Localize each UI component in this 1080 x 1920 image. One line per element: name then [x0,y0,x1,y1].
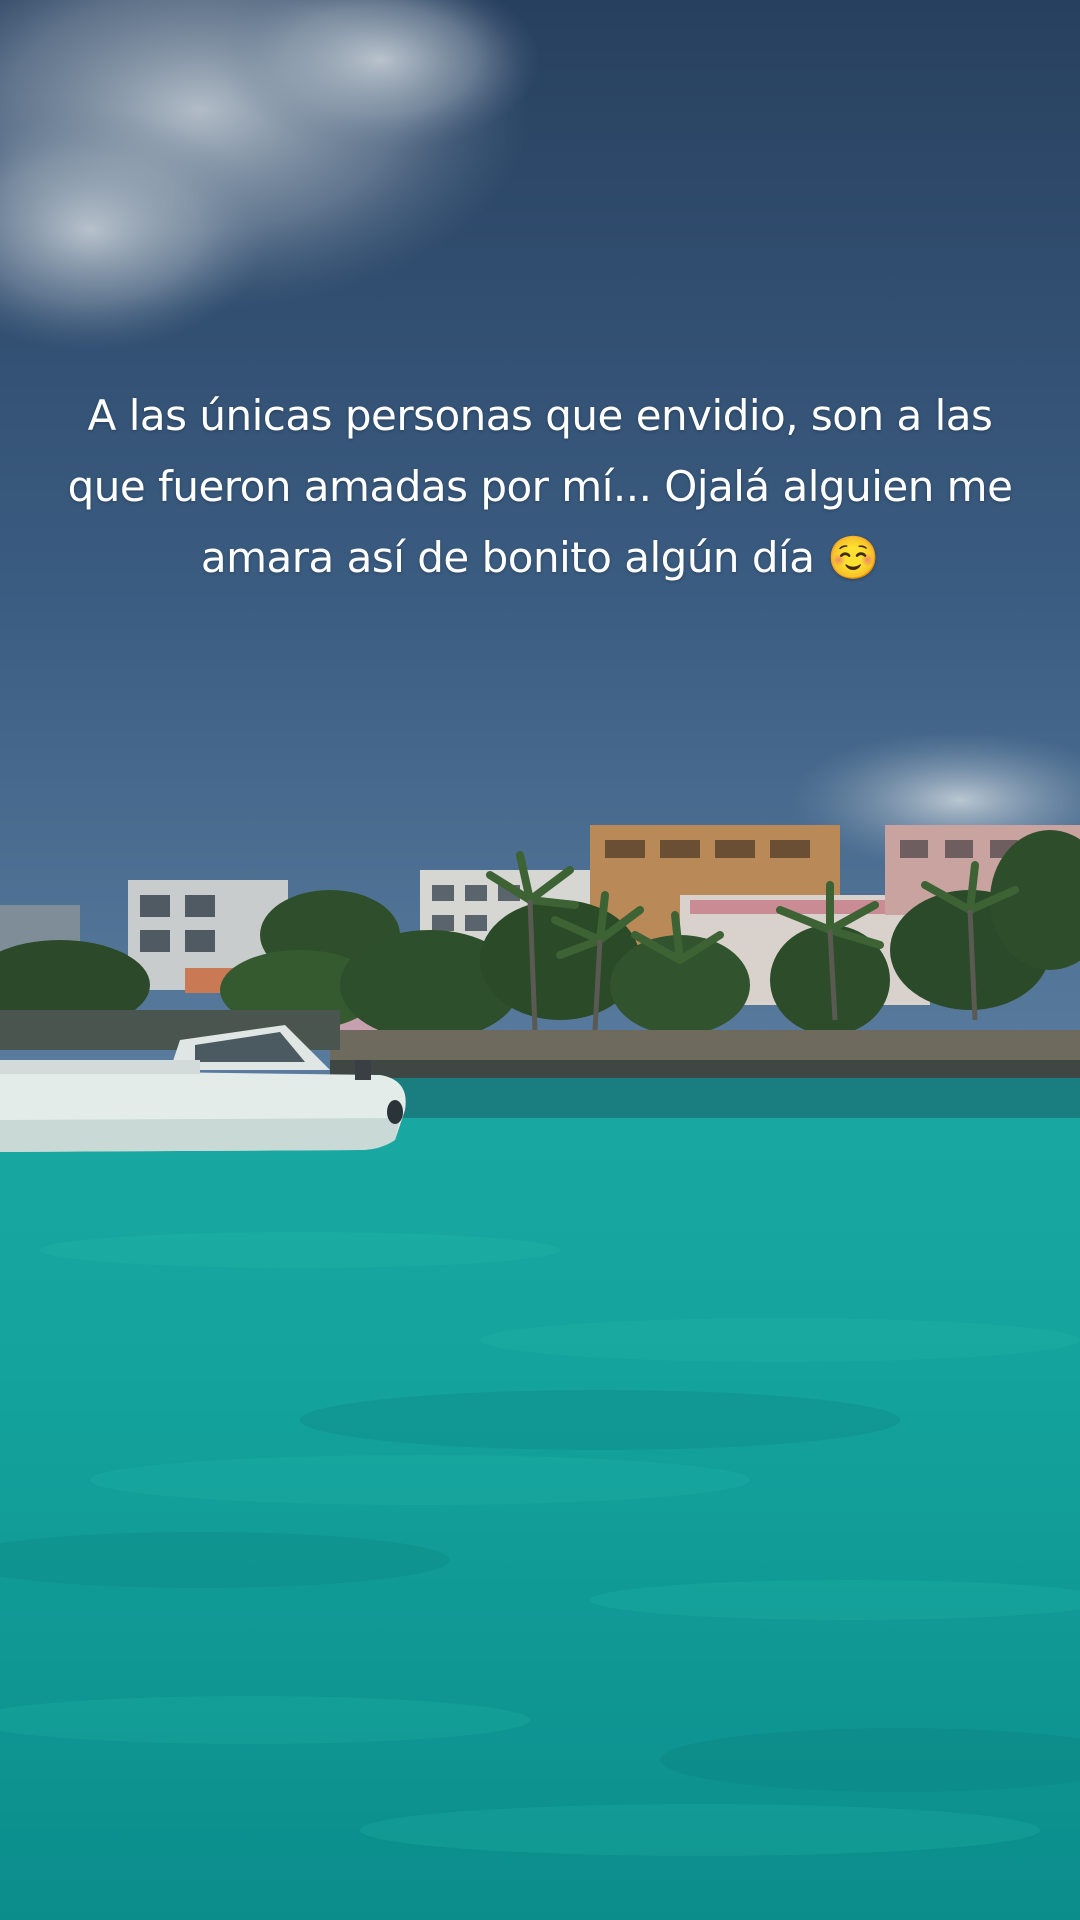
overlay-caption: A las únicas personas que envidio, son a… [67,391,1013,582]
background-photo [0,0,1080,1920]
video-frame: A las únicas personas que envidio, son a… [0,0,1080,1920]
